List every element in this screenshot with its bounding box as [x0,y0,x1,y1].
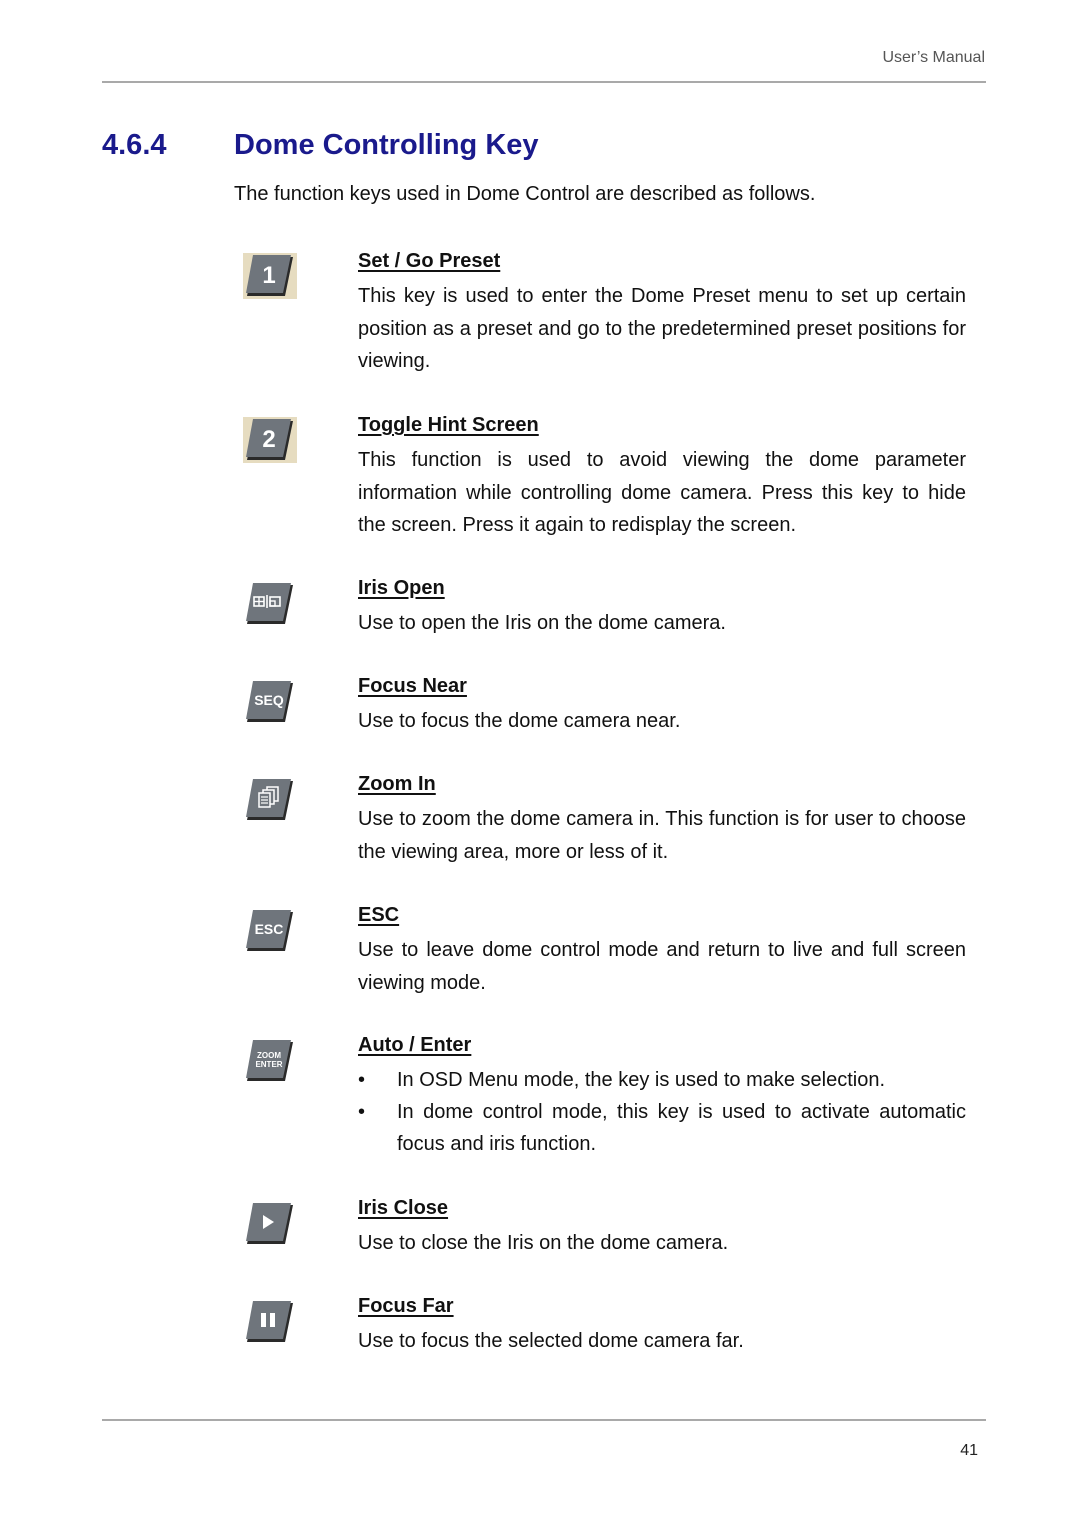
svg-text:ESC: ESC [255,921,284,937]
key-title: Auto / Enter [358,1034,472,1056]
key-description: This key is used to enter the Dome Prese… [358,285,966,373]
header-divider [102,81,986,83]
section-title: Dome Controlling Key [234,129,539,161]
key-description: Use to zoom the dome camera in. This fun… [358,808,966,863]
section-number: 4.6.4 [102,129,167,161]
key-description: Use to focus the selected dome camera fa… [358,1330,744,1352]
running-header: User’s Manual [882,49,985,66]
key-entry-zoom-in: Zoom In Use to zoom the dome camera in. … [358,771,966,868]
key-title: Focus Near [358,675,467,697]
svg-text:SEQ: SEQ [254,692,284,708]
key-2-icon: 2 [243,417,297,463]
copy-pages-key-icon [243,777,297,823]
zoom-enter-key-icon: ZOOM ENTER [243,1038,297,1084]
key-description: Use to focus the dome camera near. [358,710,681,732]
key-entry-esc: ESC Use to leave dome control mode and r… [358,902,966,999]
key-entry-iris-open: Iris Open Use to open the Iris on the do… [358,575,966,640]
key-title: Toggle Hint Screen [358,414,539,436]
section-intro: The function keys used in Dome Control a… [234,183,816,205]
key-description: Use to close the Iris on the dome camera… [358,1232,729,1254]
seq-key-icon: SEQ [243,679,297,725]
key-description: Use to open the Iris on the dome camera. [358,612,726,634]
key-description: Use to leave dome control mode and retur… [358,939,966,994]
key-entry-focus-near: Focus Near Use to focus the dome camera … [358,673,966,738]
key-entry-iris-close: Iris Close Use to close the Iris on the … [358,1195,966,1260]
key-entry-focus-far: Focus Far Use to focus the selected dome… [358,1293,966,1358]
footer-divider [102,1419,986,1421]
svg-text:ZOOM: ZOOM [257,1051,281,1060]
key-title: Focus Far [358,1295,454,1317]
key-title: Iris Close [358,1197,449,1219]
bullet-item: In OSD Menu mode, the key is used to mak… [358,1064,966,1096]
key-title: Set / Go Preset [358,250,501,272]
key-description: This function is used to avoid viewing t… [358,449,966,537]
page-number: 41 [960,1442,978,1459]
bullet-item: In dome control mode, this key is used t… [358,1096,966,1160]
key-1-icon: 1 [243,253,297,299]
key-title: Zoom In [358,773,436,795]
key-title: ESC [358,904,400,926]
key-entry-toggle-hint-screen: Toggle Hint Screen This function is used… [358,412,966,542]
play-key-icon [243,1201,297,1247]
key-entry-auto-enter: Auto / Enter In OSD Menu mode, the key i… [358,1032,966,1160]
key-bullet-list: In OSD Menu mode, the key is used to mak… [358,1064,966,1160]
key-title: Iris Open [358,577,445,599]
esc-key-icon: ESC [243,908,297,954]
svg-text:2: 2 [262,426,275,453]
pause-key-icon [243,1299,297,1345]
svg-text:1: 1 [262,262,275,289]
key-entry-set-go-preset: Set / Go Preset This key is used to ente… [358,248,966,378]
svg-text:ENTER: ENTER [255,1060,282,1069]
split-screen-key-icon [243,581,297,627]
